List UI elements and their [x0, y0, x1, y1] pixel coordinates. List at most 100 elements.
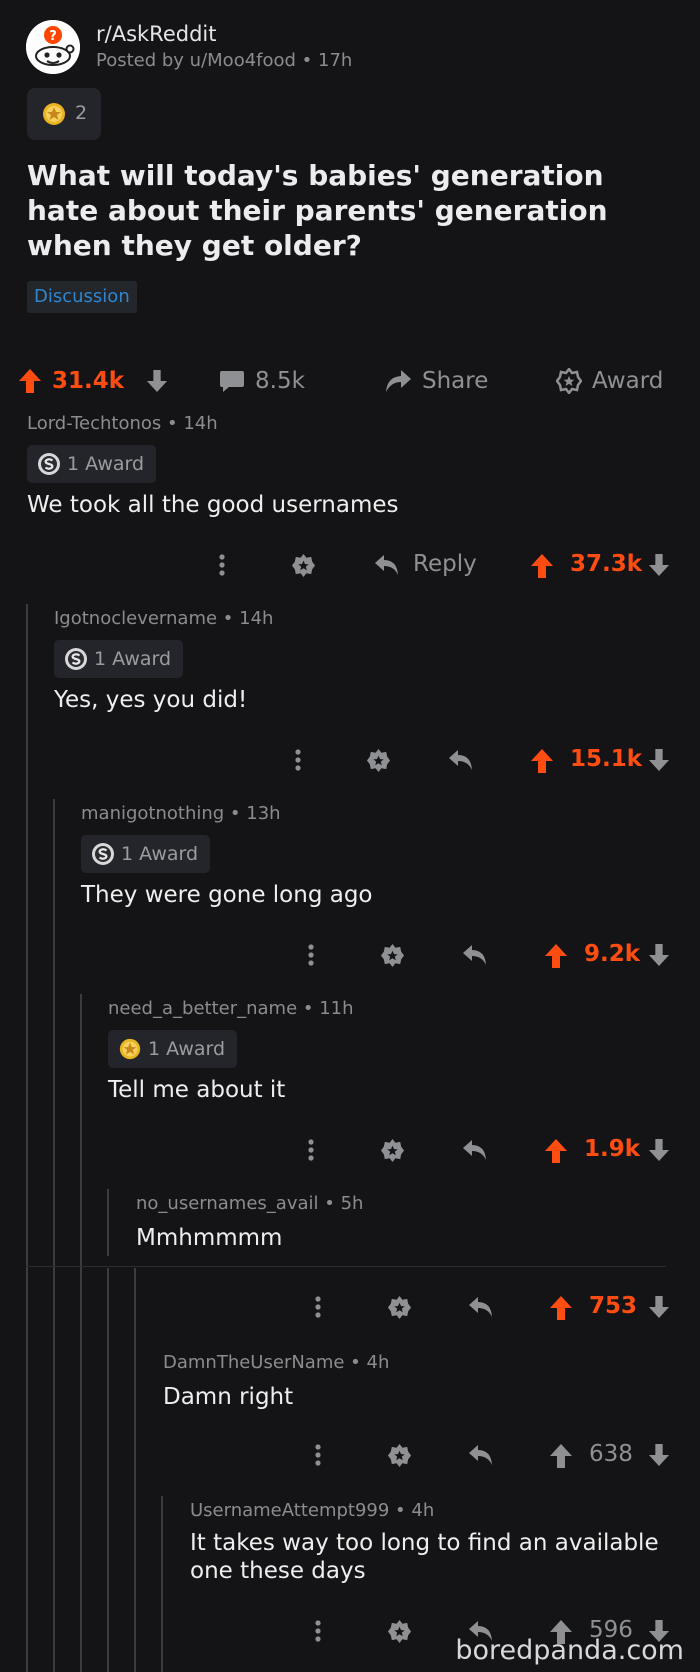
comment-award[interactable]: 1 Award — [81, 835, 211, 873]
post-author-meta: Posted by u/Moo4food • 17h — [96, 50, 353, 71]
comment-action-bar: 15.1k — [0, 740, 700, 780]
award-icon — [556, 368, 582, 394]
silver-award-icon — [65, 648, 87, 670]
post-action-bar: 31.4k 8.5k Share Award — [0, 358, 700, 404]
share-icon — [386, 370, 411, 392]
comment-body: It takes way too long to find an availab… — [190, 1530, 659, 1584]
more-options-icon[interactable] — [307, 1138, 315, 1162]
comment-body: Yes, yes you did! — [54, 687, 248, 713]
downvote-icon[interactable] — [648, 553, 670, 577]
post-score: 31.4k — [52, 368, 125, 394]
comment-award-label: 1 Award — [121, 843, 199, 865]
downvote-icon[interactable] — [648, 1443, 670, 1467]
award-icon[interactable] — [387, 1443, 412, 1468]
thread-line[interactable] — [80, 994, 82, 1672]
upvote-icon[interactable] — [549, 1443, 573, 1469]
comment-author-meta[interactable]: need_a_better_name • 11h — [108, 998, 354, 1019]
comment-author-meta[interactable]: Igotnoclevername • 14h — [54, 608, 273, 629]
downvote-icon[interactable] — [648, 1138, 670, 1162]
upvote-icon[interactable] — [18, 368, 42, 394]
reply-icon[interactable] — [448, 748, 474, 772]
award-label: Award — [592, 368, 664, 394]
post-award-button[interactable]: Award — [556, 358, 663, 404]
silver-award-icon — [92, 843, 114, 865]
comment-award-label: 1 Award — [94, 648, 172, 670]
thread-line[interactable] — [107, 1189, 109, 1256]
comment-score: 1.9k — [584, 1136, 641, 1162]
comment-action-bar: 753 — [0, 1287, 700, 1327]
post-title: What will today's babies' generation hat… — [27, 159, 608, 262]
downvote-icon[interactable] — [146, 369, 168, 393]
award-icon[interactable] — [366, 748, 391, 773]
comment-score: 37.3k — [570, 551, 643, 577]
comment-body: Tell me about it — [108, 1077, 286, 1103]
post-comment-count: 8.5k — [255, 368, 305, 394]
comment-action-bar: 638 — [0, 1435, 700, 1475]
subreddit-name[interactable]: r/AskReddit — [96, 22, 216, 46]
share-label: Share — [422, 368, 489, 394]
subreddit-avatar[interactable]: ? — [26, 20, 80, 74]
post-awards[interactable]: 2 — [27, 88, 101, 140]
comment-award[interactable]: 1 Award — [27, 445, 157, 483]
more-options-icon[interactable] — [218, 553, 226, 577]
gold-award-icon — [43, 103, 65, 125]
comment-body: We took all the good usernames — [27, 492, 399, 518]
comment-author-meta[interactable]: manigotnothing • 13h — [81, 803, 281, 824]
post-award-count: 2 — [75, 102, 88, 124]
comment-body: Mmhmmmm — [136, 1225, 283, 1251]
comment-award[interactable]: 1 Award — [108, 1030, 238, 1068]
award-icon[interactable] — [291, 553, 316, 578]
more-options-icon[interactable] — [294, 748, 302, 772]
svg-text:?: ? — [49, 29, 57, 44]
downvote-icon[interactable] — [648, 1295, 670, 1319]
comment-body: Damn right — [163, 1384, 294, 1410]
comment-score: 638 — [589, 1441, 633, 1467]
upvote-icon[interactable] — [549, 1295, 573, 1321]
comment-author-meta[interactable]: DamnTheUserName • 4h — [163, 1352, 389, 1373]
comment-score: 9.2k — [584, 941, 641, 967]
comment-score: 753 — [589, 1293, 638, 1319]
comment-award[interactable]: 1 Award — [54, 640, 184, 678]
award-icon[interactable] — [387, 1619, 412, 1644]
comment-action-bar: Reply 37.3k — [0, 545, 700, 585]
upvote-icon[interactable] — [530, 553, 554, 579]
more-options-icon[interactable] — [314, 1295, 322, 1319]
thread-line[interactable] — [53, 799, 55, 1672]
post-vote-group: 31.4k — [18, 358, 168, 404]
downvote-icon[interactable] — [648, 748, 670, 772]
gold-award-icon — [119, 1038, 141, 1060]
award-icon[interactable] — [380, 943, 405, 968]
watermark: boredpanda.com — [455, 1635, 684, 1666]
award-icon[interactable] — [380, 1138, 405, 1163]
upvote-icon[interactable] — [544, 1138, 568, 1164]
downvote-icon[interactable] — [648, 943, 670, 967]
upvote-icon[interactable] — [544, 943, 568, 969]
reply-icon[interactable] — [468, 1443, 494, 1467]
post-flair[interactable]: Discussion — [27, 281, 137, 313]
comment-action-bar: 1.9k — [0, 1130, 700, 1170]
comment-author-meta[interactable]: no_usernames_avail • 5h — [136, 1193, 363, 1214]
comment-award-label: 1 Award — [148, 1038, 226, 1060]
award-icon[interactable] — [387, 1295, 412, 1320]
more-options-icon[interactable] — [314, 1619, 322, 1643]
comment-award-label: 1 Award — [67, 453, 145, 475]
reply-icon[interactable] — [374, 553, 400, 577]
more-options-icon[interactable] — [307, 943, 315, 967]
reply-label[interactable]: Reply — [413, 551, 477, 577]
comment-author-meta[interactable]: Lord-Techtonos • 14h — [27, 413, 218, 434]
upvote-icon[interactable] — [530, 748, 554, 774]
comment-author-meta[interactable]: UsernameAttempt999 • 4h — [190, 1500, 434, 1521]
silver-award-icon — [38, 453, 60, 475]
thread-divider — [26, 1266, 666, 1267]
comment-score: 15.1k — [570, 746, 643, 772]
comment-icon — [220, 371, 244, 392]
more-options-icon[interactable] — [314, 1443, 322, 1467]
comment-body: They were gone long ago — [81, 882, 373, 908]
post-comments-button[interactable]: 8.5k — [219, 358, 305, 404]
reply-icon[interactable] — [468, 1295, 494, 1319]
reply-icon[interactable] — [462, 943, 488, 967]
reply-icon[interactable] — [462, 1138, 488, 1162]
snoo-icon: ? — [26, 20, 80, 74]
comment-action-bar: 9.2k — [0, 935, 700, 975]
post-share-button[interactable]: Share — [384, 358, 488, 404]
